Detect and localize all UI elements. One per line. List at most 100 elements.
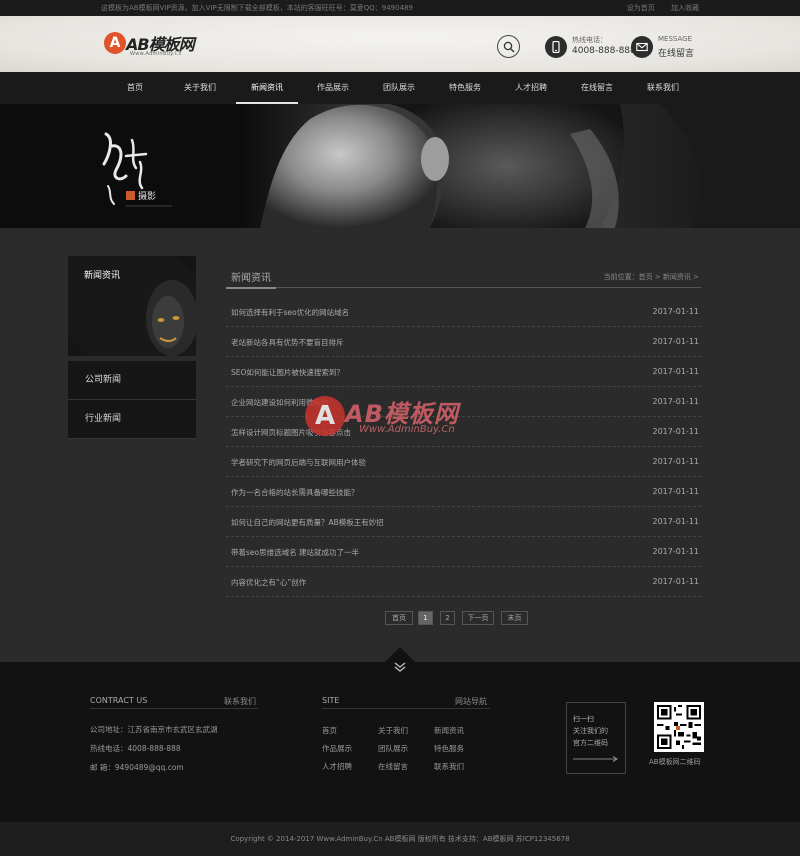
news-date: 2017-01-11 <box>652 577 700 586</box>
pager-page-2[interactable]: 2 <box>440 611 455 625</box>
page-banner: 摄影 <box>0 104 800 228</box>
footer-phone: 热线电话：4008-888-888 <box>90 744 181 753</box>
hotline-number: 4008-888-888 <box>572 46 636 56</box>
top-bar: 这模板为AB模板网VIP资源，加入VIP无限制下载全部模板，本站的客服旺旺号：莫… <box>0 0 800 16</box>
watermark-logo: A AB模板网 Www.AdminBuy.Cn <box>305 388 505 448</box>
news-item[interactable]: SEO如何能让图片被快速搜索到？ 2017-01-11 <box>226 357 701 387</box>
news-item[interactable]: 带着seo思维选域名 建站就成功了一半 2017-01-11 <box>226 537 701 567</box>
message-block[interactable]: MESSAGE 在线留言 <box>631 35 711 59</box>
news-date: 2017-01-11 <box>652 367 700 376</box>
news-title[interactable]: 带着seo思维选域名 建站就成功了一半 <box>231 547 359 558</box>
footer-site-more[interactable]: 网站导航 <box>455 696 487 707</box>
pager-next[interactable]: 下一页 <box>462 611 494 625</box>
news-date: 2017-01-11 <box>652 307 700 316</box>
nav-guestbook[interactable]: 在线留言 <box>566 72 628 104</box>
title-underline <box>226 287 276 289</box>
news-date: 2017-01-11 <box>652 427 700 436</box>
top-notice: 这模板为AB模板网VIP资源，加入VIP无限制下载全部模板，本站的客服旺旺号：莫… <box>101 4 413 12</box>
news-item[interactable]: 如何选择有利于seo优化的网站域名 2017-01-11 <box>226 297 701 327</box>
footer-link-services[interactable]: 特色服务 <box>434 743 464 754</box>
content-header: 新闻资讯 当前位置：首页 > 新闻资讯 > <box>226 268 701 289</box>
footer-link-news[interactable]: 新闻资讯 <box>434 725 464 736</box>
footer-link-home[interactable]: 首页 <box>322 725 337 736</box>
sidebar-item-company-news[interactable]: 公司新闻 <box>68 361 196 400</box>
footer-link-works[interactable]: 作品展示 <box>322 743 352 754</box>
mail-icon <box>631 36 653 58</box>
footer-contact-title: CONTRACT US <box>90 696 148 705</box>
breadcrumb: 当前位置：首页 > 新闻资讯 > <box>604 272 699 282</box>
banner-calligraphy-logo: 摄影 <box>102 132 172 207</box>
qr-promo-line: 官方二维码 <box>573 739 608 747</box>
footer-email: 邮 箱：9490489@qq.com <box>90 762 184 773</box>
news-date: 2017-01-11 <box>652 487 700 496</box>
nav-news[interactable]: 新闻资讯 <box>236 72 298 104</box>
qr-code-image <box>654 702 704 752</box>
qr-promo-text: 扫一扫 关注我们的 官方二维码 <box>573 713 608 749</box>
sidebar-item-industry-news[interactable]: 行业新闻 <box>68 400 196 439</box>
news-date: 2017-01-11 <box>652 457 700 466</box>
sidebar-header: 新闻资讯 <box>68 256 196 356</box>
breadcrumb-prefix: 当前位置： <box>603 273 639 281</box>
nav-jobs[interactable]: 人才招聘 <box>500 72 562 104</box>
footer-link-guestbook[interactable]: 在线留言 <box>378 761 408 772</box>
news-date: 2017-01-11 <box>652 547 700 556</box>
news-title[interactable]: 内容优化之有“心”创作 <box>231 577 306 588</box>
breadcrumb-tail: > <box>690 273 699 281</box>
news-item[interactable]: 作为一名合格的站长需具备哪些技能？ 2017-01-11 <box>226 477 701 507</box>
banner-portrait-image <box>240 104 800 228</box>
news-title[interactable]: 作为一名合格的站长需具备哪些技能？ <box>231 487 359 498</box>
qr-promo-line: 扫一扫 <box>573 715 594 723</box>
footer-divider <box>322 708 490 709</box>
footer-email-label: 邮 箱： <box>90 763 115 772</box>
watermark-mark: A <box>305 396 345 436</box>
footer-address: 公司地址：江苏省南京市玄武区玄武湖 <box>90 725 218 734</box>
news-title[interactable]: 学者研究下的网页后端与互联网用户体验 <box>231 457 366 468</box>
breadcrumb-sep: > <box>652 273 663 281</box>
message-link[interactable]: 在线留言 <box>658 46 694 59</box>
arrow-right-icon <box>573 756 618 762</box>
nav-works[interactable]: 作品展示 <box>302 72 364 104</box>
sidebar-title: 新闻资讯 <box>84 271 121 281</box>
site-header: A AB模板网 Www.AdminBuy.Cn 热线电话： 4008-888-8… <box>0 16 800 72</box>
qr-caption: AB模板网二维码 <box>649 758 701 766</box>
footer-link-jobs[interactable]: 人才招聘 <box>322 761 352 772</box>
pager-last[interactable]: 末页 <box>501 611 528 625</box>
news-item[interactable]: 如何让自己的网站更有质量？AB模板王有妙招 2017-01-11 <box>226 507 701 537</box>
nav-about[interactable]: 关于我们 <box>169 72 231 104</box>
breadcrumb-home[interactable]: 首页 <box>639 273 653 281</box>
news-title[interactable]: 如何让自己的网站更有质量？AB模板王有妙招 <box>231 517 384 528</box>
hotline-label: 热线电话： <box>572 36 607 44</box>
news-title[interactable]: SEO如何能让图片被快速搜索到？ <box>231 367 344 378</box>
news-item[interactable]: 学者研究下的网页后端与互联网用户体验 2017-01-11 <box>226 447 701 477</box>
footer-contact-more[interactable]: 联系我们 <box>224 696 256 707</box>
add-favorite-link[interactable]: 加入收藏 <box>671 4 699 12</box>
logo-mark: A <box>104 32 126 54</box>
qr-promo-line: 关注我们的 <box>573 727 608 735</box>
nav-home[interactable]: 首页 <box>104 72 166 104</box>
main-content-area: 新闻资讯 公司新闻 行业新闻 新闻资讯 当前位置：首页 > 新闻资讯 > 如何选… <box>0 228 800 662</box>
news-title[interactable]: 如何选择有利于seo优化的网站域名 <box>231 307 349 318</box>
news-item[interactable]: 老站新站各具有优势不要盲目排斥 2017-01-11 <box>226 327 701 357</box>
pager-first[interactable]: 首页 <box>385 611 413 625</box>
pager-page-1[interactable]: 1 <box>418 611 433 625</box>
chevron-down-icon <box>394 662 406 672</box>
logo-subtitle: Www.AdminBuy.Cn <box>130 51 182 57</box>
footer-email-value: 9490489@qq.com <box>114 763 184 772</box>
search-button[interactable] <box>497 35 520 58</box>
news-item[interactable]: 内容优化之有“心”创作 2017-01-11 <box>226 567 701 597</box>
footer-link-contact[interactable]: 联系我们 <box>434 761 464 772</box>
top-links: 设为首页 加入收藏 <box>613 0 699 16</box>
footer-link-team[interactable]: 团队展示 <box>378 743 408 754</box>
main-nav: 首页 关于我们 新闻资讯 作品展示 团队展示 特色服务 人才招聘 在线留言 联系… <box>0 72 800 104</box>
nav-team[interactable]: 团队展示 <box>368 72 430 104</box>
breadcrumb-current[interactable]: 新闻资讯 <box>663 273 691 281</box>
nav-contact[interactable]: 联系我们 <box>632 72 694 104</box>
footer-link-about[interactable]: 关于我们 <box>378 725 408 736</box>
site-logo[interactable]: A AB模板网 Www.AdminBuy.Cn <box>104 30 214 60</box>
phone-icon <box>545 36 567 58</box>
news-date: 2017-01-11 <box>652 397 700 406</box>
set-homepage-link[interactable]: 设为首页 <box>627 4 655 12</box>
nav-services[interactable]: 特色服务 <box>434 72 496 104</box>
watermark-url: Www.AdminBuy.Cn <box>359 424 455 435</box>
news-title[interactable]: 老站新站各具有优势不要盲目排斥 <box>231 337 344 348</box>
